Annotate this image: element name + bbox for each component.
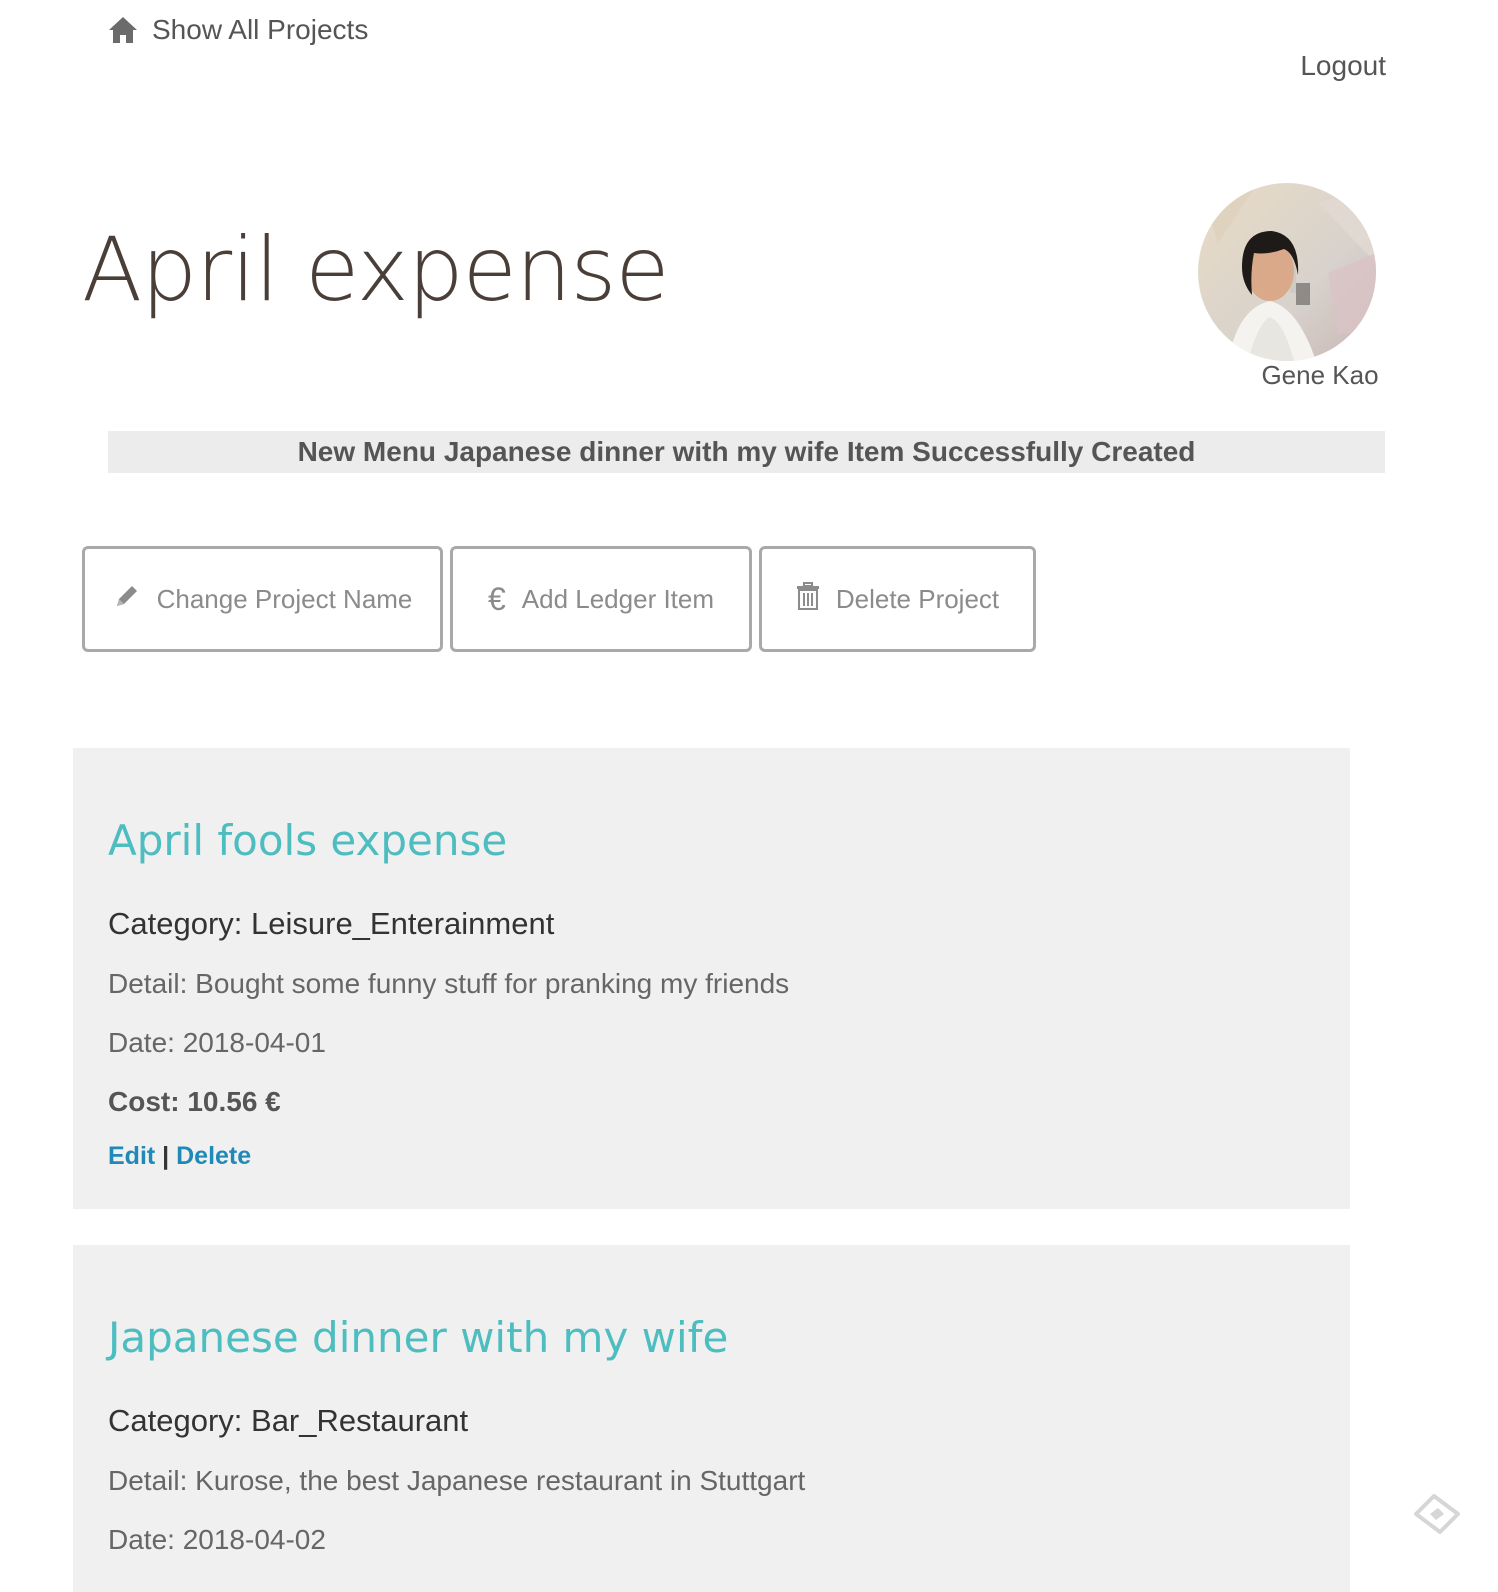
home-icon	[108, 16, 138, 44]
pencil-icon	[113, 582, 141, 617]
edit-link[interactable]: Edit	[108, 1142, 155, 1170]
page-title: April expense	[82, 218, 670, 321]
ledger-item-date: Date: 2018-04-01	[108, 1027, 326, 1058]
ledger-item-category: Category: Bar_Restaurant	[108, 1403, 469, 1438]
ledger-item-actions: Edit | Delete	[108, 1142, 251, 1171]
ledger-item-cost: Cost: 10.56 €	[108, 1086, 281, 1117]
add-ledger-item-button[interactable]: € Add Ledger Item	[450, 546, 752, 652]
change-project-name-button[interactable]: Change Project Name	[82, 546, 443, 652]
delete-project-button[interactable]: Delete Project	[759, 546, 1036, 652]
change-project-name-label: Change Project Name	[156, 583, 413, 614]
delete-project-label: Delete Project	[835, 583, 1000, 614]
ledger-item-category: Category: Leisure_Enterainment	[108, 906, 555, 941]
link-separator: |	[162, 1142, 170, 1170]
avatar	[1198, 183, 1376, 361]
ledger-item-detail: Detail: Bought some funny stuff for pran…	[108, 968, 790, 999]
show-all-projects-label: Show All Projects	[152, 14, 369, 45]
ledger-item-title: Japanese dinner with my wife	[108, 1313, 729, 1362]
ledger-item-detail: Detail: Kurose, the best Japanese restau…	[108, 1465, 806, 1496]
add-ledger-item-label: Add Ledger Item	[521, 583, 715, 614]
ledger-item-title: April fools expense	[108, 816, 508, 865]
euro-icon: €	[487, 580, 506, 617]
ledger-item-card: Japanese dinner with my wife Category: B…	[73, 1245, 1350, 1592]
show-all-projects-link[interactable]: Show All Projects	[108, 14, 368, 46]
user-name: Gene Kao	[1261, 360, 1379, 390]
delete-link[interactable]: Delete	[176, 1142, 251, 1170]
ledger-item-date: Date: 2018-04-02	[108, 1524, 326, 1555]
trash-icon	[796, 581, 820, 617]
flash-message: New Menu Japanese dinner with my wife It…	[108, 431, 1385, 473]
ledger-item-card: April fools expense Category: Leisure_En…	[73, 748, 1350, 1209]
logout-link[interactable]: Logout	[1300, 50, 1386, 82]
scroll-badge-icon[interactable]	[1414, 1494, 1460, 1539]
